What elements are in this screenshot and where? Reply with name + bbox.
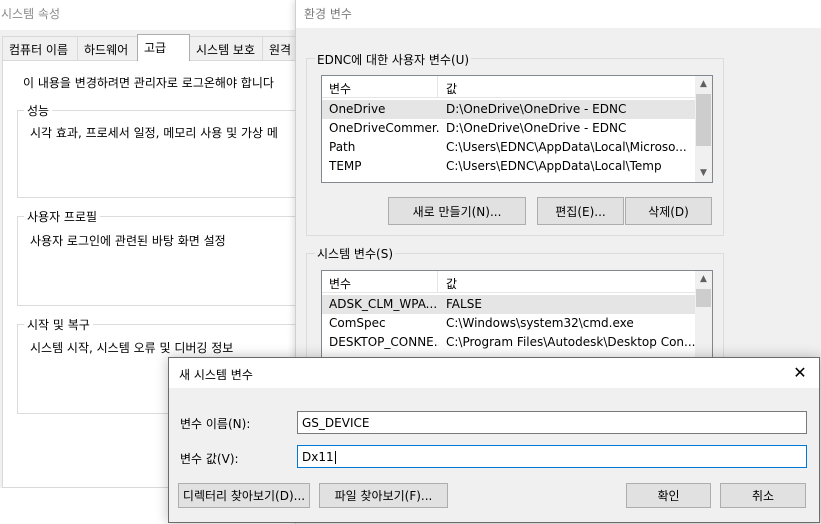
column-header-value[interactable]: 값 bbox=[446, 80, 457, 97]
system-variable-row[interactable]: ComSpec C:\Windows\system32\cmd.exe bbox=[322, 314, 712, 333]
new-system-variable-title: 새 시스템 변수 bbox=[169, 358, 819, 388]
system-variables-header: 변수 값 bbox=[322, 271, 712, 293]
column-separator[interactable] bbox=[437, 271, 438, 293]
variable-value: D:\OneDrive\OneDrive - EDNC bbox=[446, 102, 627, 116]
admin-note: 이 내용을 변경하려면 관리자로 로그온해야 합니다 bbox=[23, 76, 274, 90]
user-profiles-label: 사용자 프로필 bbox=[24, 208, 101, 225]
user-profiles-group bbox=[17, 216, 307, 306]
user-variables-label: EDNC에 대한 사용자 변수(U) bbox=[315, 51, 472, 68]
variable-name: TEMP bbox=[329, 159, 362, 173]
variable-value: FALSE bbox=[446, 297, 482, 311]
system-variable-row[interactable]: ADSK_CLM_WPA... FALSE bbox=[322, 295, 712, 314]
variable-name: ComSpec bbox=[329, 316, 386, 330]
user-variable-row[interactable]: Path C:\Users\EDNC\AppData\Local\Microso… bbox=[322, 138, 712, 157]
ok-button[interactable]: 확인 bbox=[626, 483, 711, 508]
performance-description: 시각 효과, 프로세서 일정, 메모리 사용 및 가상 메 bbox=[30, 126, 278, 140]
tab-hardware[interactable]: 하드웨어 bbox=[77, 36, 139, 60]
user-variable-row[interactable]: OneDrive D:\OneDrive\OneDrive - EDNC bbox=[322, 100, 712, 119]
system-variables-list[interactable]: 변수 값 ADSK_CLM_WPA... FALSE ComSpec C:\Wi… bbox=[321, 270, 713, 362]
column-header-variable[interactable]: 변수 bbox=[329, 275, 351, 292]
variable-value-input-value: Dx11 bbox=[302, 450, 334, 464]
column-header-variable[interactable]: 변수 bbox=[329, 80, 351, 97]
tab-advanced[interactable]: 고급 bbox=[137, 34, 190, 61]
variable-name: ADSK_CLM_WPA... bbox=[329, 297, 437, 311]
user-variables-list[interactable]: 변수 값 OneDrive D:\OneDrive\OneDrive - EDN… bbox=[321, 75, 713, 183]
variable-value: D:\OneDrive\OneDrive - EDNC bbox=[446, 121, 627, 135]
scroll-thumb[interactable] bbox=[696, 289, 711, 307]
user-variables-header: 변수 값 bbox=[322, 76, 712, 98]
close-icon[interactable]: ✕ bbox=[785, 358, 815, 388]
environment-variables-title: 환경 변수 bbox=[296, 0, 821, 28]
tab-system-protection[interactable]: 시스템 보호 bbox=[189, 36, 263, 60]
variable-name: OneDriveCommer... bbox=[329, 121, 439, 135]
delete-user-variable-button[interactable]: 삭제(D) bbox=[625, 197, 712, 225]
tab-computer-name[interactable]: 컴퓨터 이름 bbox=[2, 36, 78, 60]
startup-recovery-description: 시스템 시작, 시스템 오류 및 디버깅 정보 bbox=[30, 341, 234, 355]
variable-value: C:\Users\EDNC\AppData\Local\Temp bbox=[446, 159, 662, 173]
browse-directory-button[interactable]: 디렉터리 찾아보기(D)... bbox=[178, 483, 310, 508]
browse-file-button[interactable]: 파일 찾아보기(F)... bbox=[319, 483, 448, 508]
text-caret bbox=[334, 451, 336, 464]
system-variables-scrollbar[interactable]: ▲ bbox=[695, 271, 712, 361]
variable-name-label: 변수 이름(N): bbox=[180, 417, 251, 431]
performance-label: 성능 bbox=[24, 102, 53, 119]
variable-name: Path bbox=[329, 140, 356, 154]
scroll-down-arrow-icon[interactable]: ▼ bbox=[695, 165, 712, 182]
startup-recovery-label: 시작 및 복구 bbox=[24, 316, 93, 333]
scroll-thumb[interactable] bbox=[696, 94, 711, 146]
variable-name-input[interactable]: GS_DEVICE bbox=[297, 411, 807, 434]
system-variables-label: 시스템 변수(S) bbox=[315, 245, 395, 262]
user-profiles-description: 사용자 로그인에 관련된 바탕 화면 설정 bbox=[30, 234, 226, 248]
new-user-variable-button[interactable]: 새로 만들기(N)... bbox=[388, 197, 526, 225]
user-variable-row[interactable]: TEMP C:\Users\EDNC\AppData\Local\Temp bbox=[322, 157, 712, 176]
cancel-button[interactable]: 취소 bbox=[720, 483, 806, 508]
user-variables-scrollbar[interactable]: ▲ ▼ bbox=[695, 76, 712, 182]
variable-name: DESKTOP_CONNE... bbox=[329, 335, 439, 349]
new-system-variable-dialog: 새 시스템 변수 ✕ 변수 이름(N): GS_DEVICE 변수 값(V): … bbox=[168, 357, 820, 523]
variable-name-input-value: GS_DEVICE bbox=[302, 416, 370, 430]
variable-value: C:\Users\EDNC\AppData\Local\Microso... bbox=[446, 140, 687, 154]
system-variable-row[interactable]: DESKTOP_CONNE... C:\Program Files\Autode… bbox=[322, 333, 712, 352]
system-properties-title: 시스템 속성 bbox=[0, 0, 300, 26]
variable-value: C:\Windows\system32\cmd.exe bbox=[446, 316, 634, 330]
scroll-up-arrow-icon[interactable]: ▲ bbox=[695, 271, 712, 288]
variable-value-input[interactable]: Dx11 bbox=[297, 445, 807, 468]
column-header-value[interactable]: 값 bbox=[446, 275, 457, 292]
edit-user-variable-button[interactable]: 편집(E)... bbox=[537, 197, 624, 225]
user-variable-row[interactable]: OneDriveCommer... D:\OneDrive\OneDrive -… bbox=[322, 119, 712, 138]
variable-name: OneDrive bbox=[329, 102, 386, 116]
variable-value-label: 변수 값(V): bbox=[180, 452, 239, 466]
scroll-up-arrow-icon[interactable]: ▲ bbox=[695, 76, 712, 93]
variable-value: C:\Program Files\Autodesk\Desktop Con... bbox=[446, 335, 696, 349]
column-separator[interactable] bbox=[437, 76, 438, 98]
